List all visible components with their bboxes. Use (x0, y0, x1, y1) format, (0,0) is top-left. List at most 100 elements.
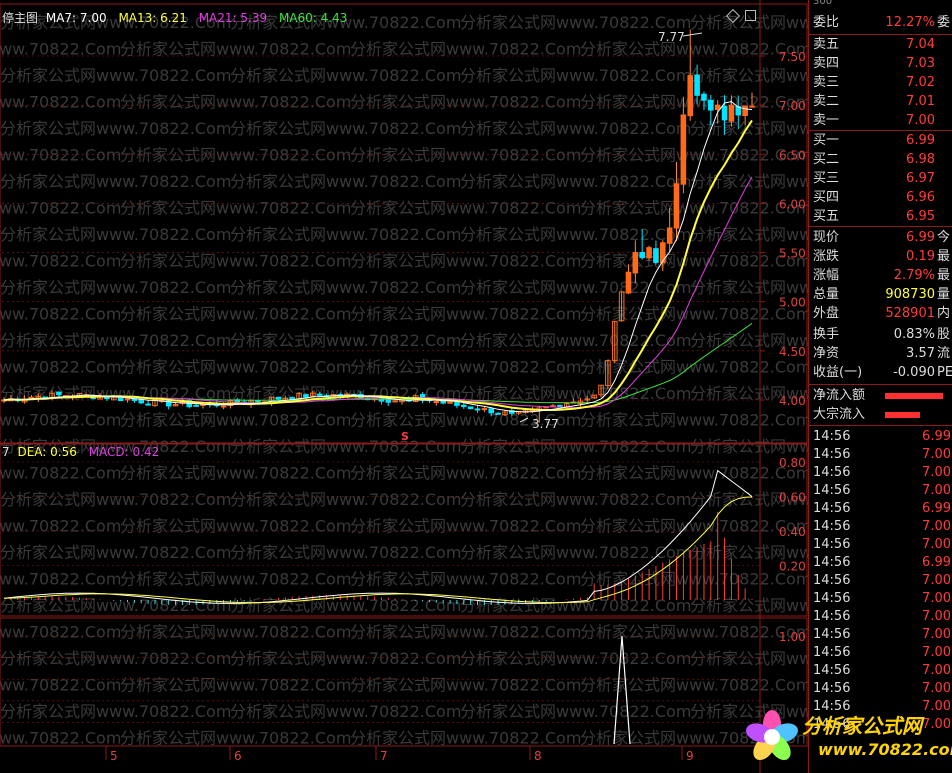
candle-body (145, 403, 151, 406)
watermark-text: 分析家公式网www.70822.Com (230, 490, 461, 509)
tick-time: 14:56 (813, 537, 851, 552)
candle-body-fill (646, 247, 652, 258)
ask-row-value: 7.03 (906, 56, 935, 71)
tick-row[interactable]: 14:56 7.00 (813, 662, 952, 680)
tick-time: 14:56 (813, 663, 851, 678)
flower-logo-icon (746, 710, 798, 761)
tick-row[interactable]: 14:56 7.00 (813, 626, 952, 644)
quote-row-ext: 最 (937, 249, 951, 264)
header-strip: 300 (813, 0, 833, 7)
watermark-text: 分析家公式网www.70822.Com (0, 40, 121, 59)
tick-row[interactable]: 14:56 7.00 (813, 482, 952, 500)
window-icon[interactable] (745, 10, 756, 21)
watermark-text: 分析家公式网www.70822.Com (120, 623, 351, 642)
bid-row-value: 6.98 (906, 152, 935, 167)
ask-row-label: 卖五 (813, 37, 840, 52)
watermark-text: 分析家公式网www.70822.Com (0, 729, 121, 748)
watermark-text: 分析家公式网www.70822.Com (690, 437, 808, 456)
candle-body (488, 408, 495, 414)
watermark-text: 分析家公式网www.70822.Com (350, 623, 581, 642)
ma60-label: MA60: 4.43 (278, 11, 348, 25)
watermark-text: 分析家公式网www.70822.Com (120, 676, 351, 695)
watermark-text: 分析家公式网www.70822.Com (690, 278, 808, 297)
candle-body (653, 248, 659, 263)
watermark-text: 分析家公式网www.70822.Com (350, 305, 581, 324)
tick-row[interactable]: 14:56 6.99 (813, 554, 952, 572)
watermark-text: 分析家公式网www.70822.Com (0, 411, 121, 430)
candle-body (138, 399, 145, 404)
tick-row[interactable]: 14:56 7.00 (813, 446, 952, 464)
watermark-text: 分析家公式网www.70822.Com (230, 119, 461, 138)
tick-row[interactable]: 14:56 7.00 (813, 518, 952, 536)
tick-row[interactable]: 14:56 7.00 (813, 572, 952, 590)
tick-time: 14:56 (813, 609, 851, 624)
tick-price: 6.99 (922, 555, 951, 570)
quote-row: 总量 908730 量 (813, 286, 952, 304)
watermark-text: 分析家公式网www.70822.Com (0, 146, 121, 165)
tick-row[interactable]: 14:56 7.00 (813, 590, 952, 608)
quote-row: 涨跌 0.19 最 (813, 248, 952, 266)
candle-body (721, 105, 728, 121)
quote-row: 收益(一) -0.090 PE (813, 364, 952, 382)
watermark-text: 分析家公式网www.70822.Com (230, 702, 461, 721)
watermark-text: 分析家公式网www.70822.Com (690, 66, 808, 85)
watermark-text: 分析家公式网www.70822.Com (0, 119, 231, 138)
ask-row-label: 卖二 (813, 94, 840, 109)
logo-title: 分析家公式网 (802, 714, 922, 738)
divider (809, 384, 952, 385)
signal-tick-label: 1.00 (779, 630, 806, 644)
logo: 分析家公式网 www.70822.com (742, 706, 952, 768)
chart-area[interactable]: 分析家公式网www.70822.Com 分析家公式网www.70822.Com 分析… (0, 0, 808, 773)
tick-row[interactable]: 14:56 7.00 (813, 536, 952, 554)
tick-row[interactable]: 14:56 6.99 (813, 428, 952, 446)
weibi-value: 12.27% (885, 15, 935, 30)
flow-bar (885, 393, 943, 399)
bid-row-value: 6.97 (906, 171, 935, 186)
price-tick-label: 5.50 (779, 247, 806, 261)
tick-price: 6.99 (922, 429, 951, 444)
tick-row[interactable]: 14:56 6.99 (813, 500, 952, 518)
tick-time: 14:56 (813, 429, 851, 444)
watermark-text: 分析家公式网www.70822.Com (460, 596, 691, 615)
ask-row-value: 7.01 (906, 94, 935, 109)
tick-price: 7.00 (922, 537, 951, 552)
signal-marker: S (401, 430, 409, 443)
candle-body (701, 93, 707, 101)
candle-body (495, 412, 501, 415)
watermark-text: 分析家公式网www.70822.Com (0, 570, 121, 589)
watermark-text: 分析家公式网www.70822.Com (0, 305, 121, 324)
bid-row: 买一 6.99 (813, 132, 952, 150)
tick-price: 7.00 (922, 447, 951, 462)
kline-chart[interactable]: 分析家公式网www.70822.Com分析家公式网www.70822.Com分析… (0, 0, 808, 773)
candle-body (289, 397, 296, 400)
ask-row-label: 卖四 (813, 56, 840, 71)
tick-row[interactable]: 14:56 7.00 (813, 644, 952, 662)
ask-row-value: 7.02 (906, 75, 935, 90)
watermark-text: 分析家公式网www.70822.Com (460, 119, 691, 138)
watermark-text: 分析家公式网www.70822.Com (350, 199, 581, 218)
ma21-label: MA21: 5.39 (198, 11, 268, 25)
watermark-text: 分析家公式网www.70822.Com (0, 278, 231, 297)
quote-panel: 300 委比 12.27% 委 卖五 7.04 卖四 7.03 卖三 7.02 卖二 7.01… (808, 0, 952, 773)
tick-time: 14:56 (813, 519, 851, 534)
candle-body (460, 404, 467, 408)
watermark-text: 分析家公式网www.70822.Com (460, 490, 691, 509)
tick-time: 14:56 (813, 591, 851, 606)
watermark-text: 分析家公式网www.70822.Com (0, 623, 121, 642)
watermark-text: 分析家公式网www.70822.Com (0, 649, 231, 668)
watermark-text: 分析家公式网www.70822.Com (350, 146, 581, 165)
watermark-text: 分析家公式网www.70822.Com (580, 676, 808, 695)
watermark-text: 分析家公式网www.70822.Com (460, 384, 691, 403)
tick-time: 14:56 (813, 501, 851, 516)
flow-label: 大宗流入 (813, 407, 866, 422)
tick-row[interactable]: 14:56 7.00 (813, 608, 952, 626)
price-tick-label: 4.50 (779, 345, 806, 359)
tick-row[interactable]: 14:56 7.00 (813, 464, 952, 482)
quote-row-ext: 今 (937, 230, 951, 245)
macd-tick-label: 0.40 (779, 525, 806, 539)
watermark-text: 分析家公式网www.70822.Com (230, 596, 461, 615)
quote-row-label: 净资 (813, 346, 840, 361)
tick-row[interactable]: 14:56 7.00 (813, 680, 952, 698)
ask-row-value: 7.00 (906, 113, 935, 128)
watermark-text: 分析家公式网www.70822.Com (120, 729, 351, 748)
